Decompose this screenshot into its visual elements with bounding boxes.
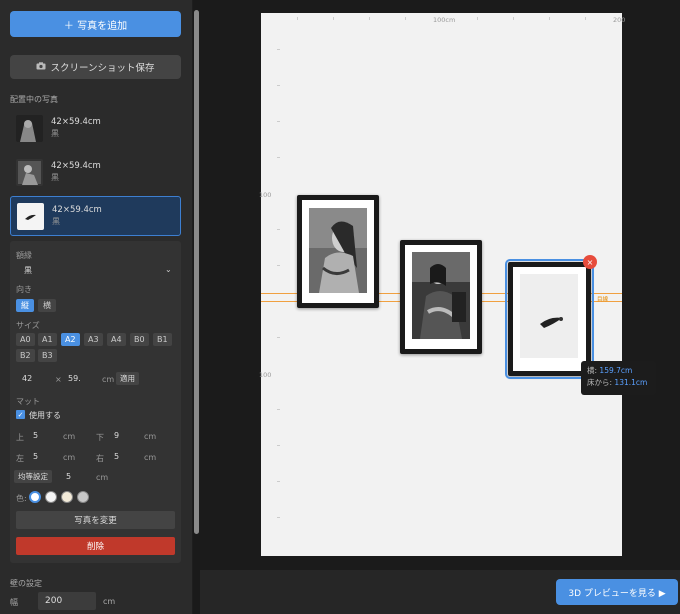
photo-frame[interactable] [297, 195, 379, 308]
photo-size: 42×59.4cm [51, 161, 101, 171]
equal-mat-input[interactable]: 5 [66, 472, 71, 481]
size-option-b0[interactable]: B0 [130, 333, 149, 346]
mat-label: マット [16, 397, 40, 406]
mat-color-white[interactable] [29, 491, 41, 503]
mat-color-offwhite[interactable] [45, 491, 57, 503]
mat-color-gray[interactable] [77, 491, 89, 503]
frame-photo [520, 274, 578, 358]
frame-photo [309, 208, 367, 293]
mat-right-input[interactable]: 5 [114, 452, 119, 461]
tooltip-floor-value: 131.1cm [614, 378, 648, 387]
custom-size-times: × [55, 375, 62, 384]
ruler-left-label: 100 [259, 191, 272, 199]
size-option-a2[interactable]: A2 [61, 333, 80, 346]
ruler-left-label: 100 [259, 371, 272, 379]
size-option-a0[interactable]: A0 [16, 333, 35, 346]
scrollbar-thumb[interactable] [194, 10, 199, 534]
screenshot-button-label: スクリーンショット保存 [50, 63, 155, 74]
tooltip-horizontal-value: 159.7cm [599, 366, 633, 375]
size-option-b3[interactable]: B3 [38, 349, 57, 362]
mat-right-unit: cm [144, 453, 157, 462]
sidebar: ＋ 写真を追加 スクリーンショット保存 配置中の写真 42×59.4cm 黒 4… [0, 0, 192, 614]
size-option-a4[interactable]: A4 [107, 333, 126, 346]
size-option-b2[interactable]: B2 [16, 349, 35, 362]
frame-select[interactable]: 黒 [24, 265, 32, 276]
mat-bottom-label: 下 [96, 433, 104, 442]
3d-preview-button[interactable]: 3D プレビューを見る ▶ [556, 579, 678, 605]
placed-photos-title: 配置中の写真 [10, 95, 58, 104]
photo-frame-color: 黒 [51, 173, 59, 182]
wall-width-input[interactable]: 200 [38, 592, 96, 610]
app-root: ＋ 写真を追加 スクリーンショット保存 配置中の写真 42×59.4cm 黒 4… [0, 0, 680, 614]
size-option-a1[interactable]: A1 [38, 333, 57, 346]
photo-thumbnail [17, 202, 44, 230]
mat-left-input[interactable]: 5 [33, 452, 38, 461]
photo-thumbnail [16, 114, 43, 142]
photo-size: 42×59.4cm [52, 205, 102, 215]
custom-height-input[interactable]: 59. [68, 374, 81, 383]
mat-use-label: 使用する [29, 411, 61, 420]
photo-editor-panel: 額縁 黒 ⌄ 向き 縦 横 サイズ A0 A1 A2 A3 A4 B0 B1 B… [10, 241, 181, 563]
photo-thumbnail [16, 158, 43, 186]
frame-label: 額縁 [16, 251, 32, 260]
wall-width-unit: cm [103, 597, 116, 606]
mat-left-label: 左 [16, 454, 24, 463]
tooltip-horizontal-label: 横: [587, 366, 598, 375]
mat-bottom-input[interactable]: 9 [114, 431, 119, 440]
photo-list-item[interactable]: 42×59.4cm 黒 [10, 108, 181, 148]
ruler-top-label: 200 [613, 16, 626, 24]
photo-frame[interactable] [400, 240, 482, 354]
photo-frame-selected[interactable] [505, 259, 594, 379]
delete-photo-button[interactable]: 削除 [16, 537, 175, 555]
custom-width-input[interactable]: 42 [22, 374, 32, 383]
remove-frame-icon[interactable]: × [583, 255, 597, 269]
equal-mat-button[interactable]: 均等設定 [14, 470, 52, 483]
mat-top-input[interactable]: 5 [33, 431, 38, 440]
wall-settings-title: 壁の設定 [10, 579, 42, 588]
change-photo-button[interactable]: 写真を変更 [16, 511, 175, 529]
photo-frame-color: 黒 [52, 217, 60, 226]
orientation-label: 向き [16, 285, 32, 294]
photo-frame-color: 黒 [51, 129, 59, 138]
mat-bottom-unit: cm [144, 432, 157, 441]
mat-color-cream[interactable] [61, 491, 73, 503]
mat-left-unit: cm [63, 453, 76, 462]
position-tooltip: 横: 159.7cm 床から: 131.1cm [581, 361, 656, 395]
mat-top-label: 上 [16, 433, 24, 442]
custom-size-unit: cm [102, 375, 115, 384]
wall-width-label: 幅 [10, 598, 18, 607]
add-photo-button[interactable]: ＋ 写真を追加 [10, 11, 181, 37]
equal-mat-unit: cm [96, 473, 109, 482]
size-option-a3[interactable]: A3 [84, 333, 103, 346]
size-label: サイズ [16, 321, 40, 330]
photo-list-item-selected[interactable]: 42×59.4cm 黒 [10, 196, 181, 236]
ruler-top-label: 100cm [433, 16, 456, 24]
mat-top-unit: cm [63, 432, 76, 441]
orientation-portrait[interactable]: 縦 [16, 299, 34, 312]
chevron-down-icon[interactable]: ⌄ [165, 265, 172, 274]
sidebar-scrollbar[interactable] [193, 0, 200, 614]
size-option-b1[interactable]: B1 [153, 333, 172, 346]
orientation-landscape[interactable]: 横 [38, 299, 56, 312]
mat-color-label: 色: [16, 494, 27, 503]
photo-size: 42×59.4cm [51, 117, 101, 127]
apply-size-button[interactable]: 適用 [116, 372, 139, 385]
mat-right-label: 右 [96, 454, 104, 463]
frame-photo [412, 252, 470, 339]
camera-icon [36, 61, 46, 73]
screenshot-button[interactable]: スクリーンショット保存 [10, 55, 181, 79]
tooltip-floor-label: 床から: [587, 378, 613, 387]
eye-level-tag: 目線 [597, 297, 609, 303]
mat-use-checkbox[interactable]: ✓ [16, 410, 25, 419]
photo-list-item[interactable]: 42×59.4cm 黒 [10, 152, 181, 192]
